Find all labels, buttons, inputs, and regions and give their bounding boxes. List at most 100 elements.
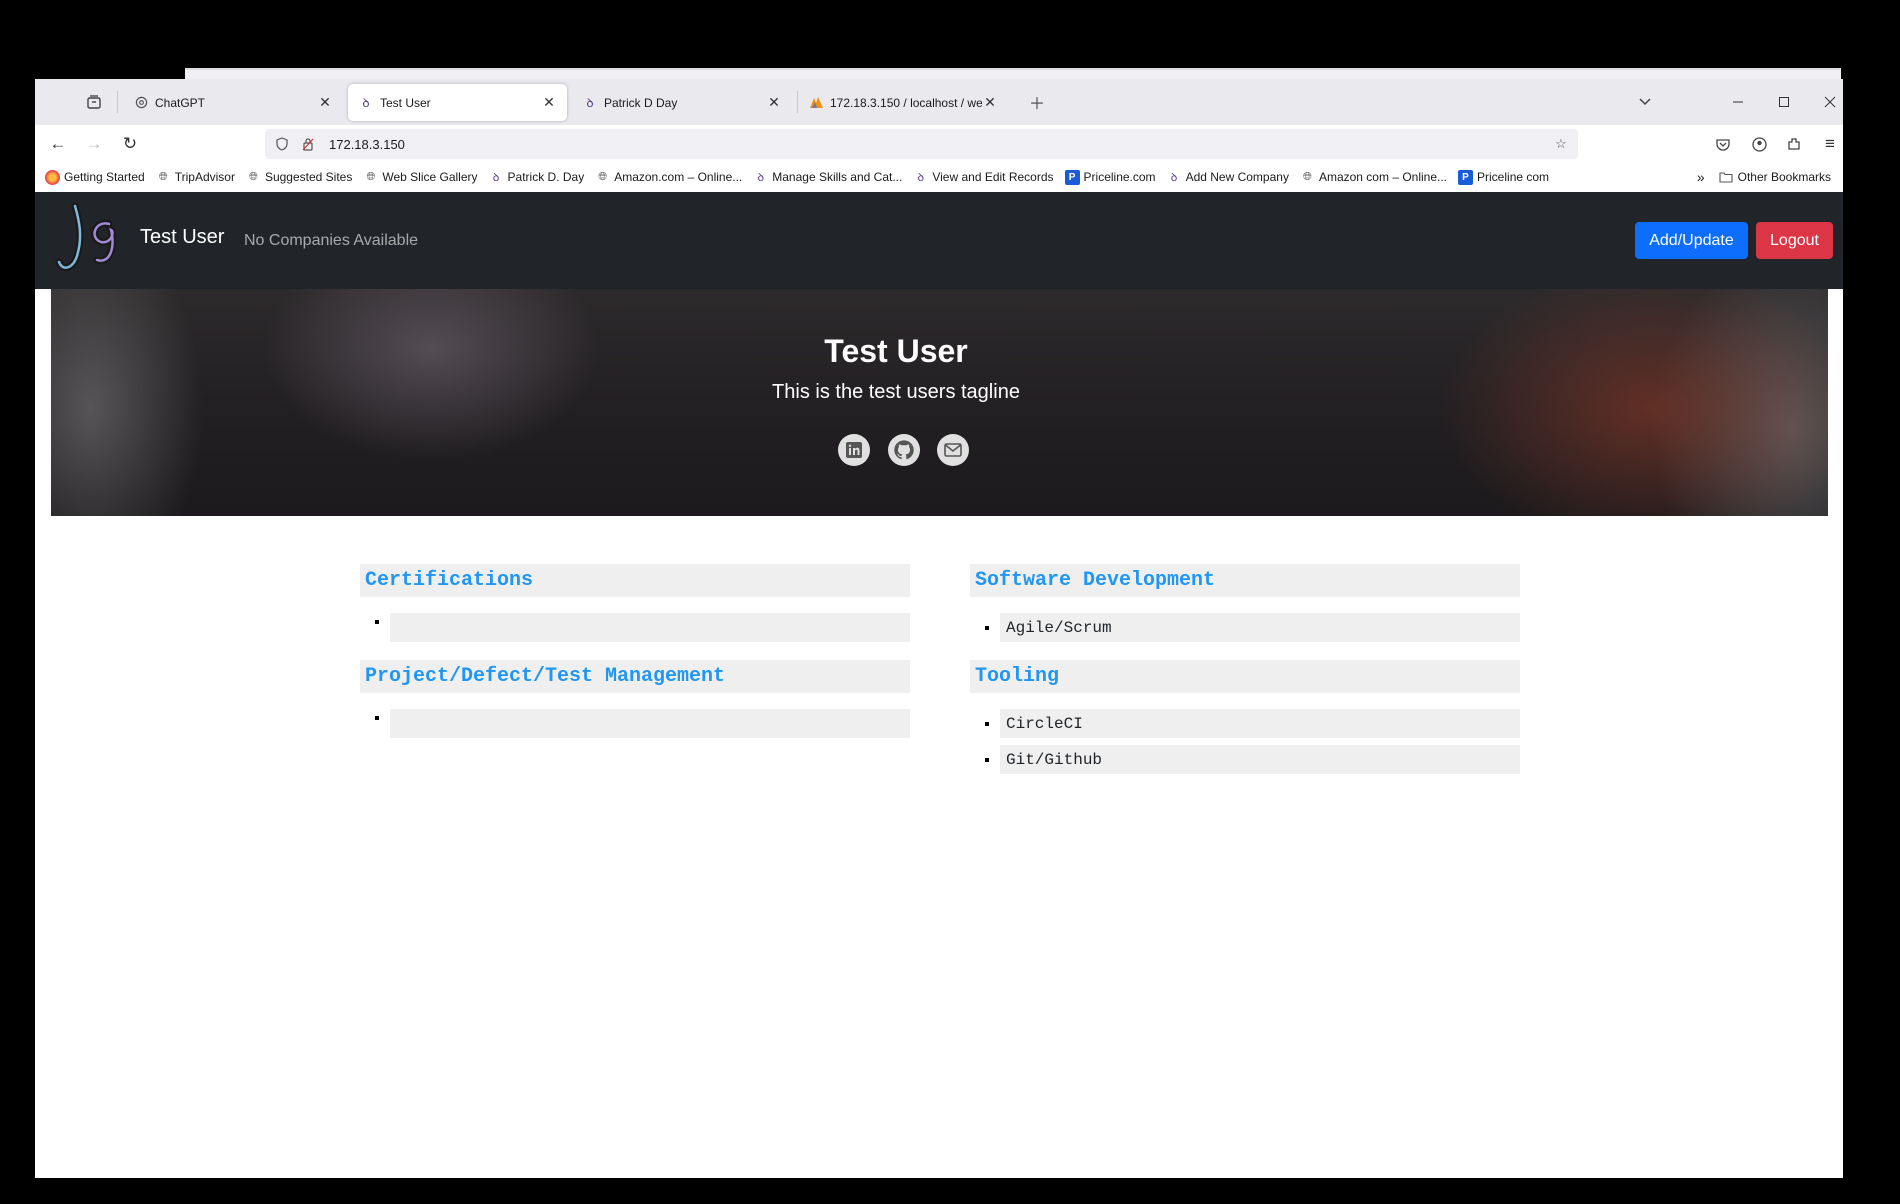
close-icon[interactable]: ✕ (766, 94, 782, 111)
bookmark-item[interactable]: 🌐︎ Suggested Sites (246, 170, 352, 185)
close-icon[interactable]: ✕ (317, 94, 333, 111)
navigation-toolbar: ← → ↻ 172.18.3.150 ☆ ≡ (35, 125, 1843, 163)
back-arrow-icon[interactable]: ← (45, 131, 71, 157)
tab-title: 172.18.3.150 / localhost / webre (830, 95, 982, 110)
maximize-icon[interactable] (1771, 89, 1797, 115)
new-tab-icon[interactable]: ＋ (1024, 89, 1050, 115)
skill-list (360, 709, 910, 738)
section-heading: Tooling (970, 660, 1520, 693)
site-navbar: Test User No Companies Available Add/Upd… (35, 192, 1843, 289)
tab-test-user[interactable]: ꝺ Test User ✕ (348, 84, 567, 121)
site-icon: ꝺ (757, 171, 765, 184)
bookmark-label: Patrick D. Day (507, 170, 585, 184)
site-icon: ꝺ (917, 171, 925, 184)
folder-icon (1719, 170, 1734, 185)
list-item: Git/Github (1000, 745, 1520, 774)
bookmark-item[interactable]: ꝺ Manage Skills and Cat... (753, 170, 902, 185)
logout-button[interactable]: Logout (1756, 222, 1833, 259)
bookmarks-toolbar: Getting Started 🌐︎ TripAdvisor 🌐︎ Suggeste… (35, 163, 1843, 191)
tab-phpmyadmin[interactable]: 172.18.3.150 / localhost / webre ✕ (798, 84, 1008, 121)
bookmark-item[interactable]: P Priceline.com (1064, 169, 1156, 185)
browser-window: ChatGPT ✕ ꝺ Test User ✕ ꝺ Patrick D Day … (35, 79, 1843, 1178)
list-item (390, 613, 910, 642)
bookmark-label: Suggested Sites (264, 170, 353, 184)
bookmark-item[interactable]: 🌐︎ TripAdvisor (156, 170, 235, 185)
bookmark-label: Amazon com – Online... (1318, 170, 1448, 184)
globe-icon: 🌐︎ (598, 170, 608, 183)
firefox-icon (45, 169, 60, 185)
tab-title: Test User (380, 95, 431, 110)
minimize-icon[interactable] (1725, 89, 1751, 115)
tab-title: Patrick D Day (604, 95, 678, 110)
github-icon[interactable] (888, 434, 920, 466)
bookmark-item[interactable]: ꝺ Patrick D. Day (489, 170, 585, 185)
bookmark-item[interactable]: 🌐︎ Web Slice Gallery (363, 170, 477, 185)
bookmark-label: Add New Company (1185, 170, 1289, 184)
skill-item: Agile/Scrum (1000, 613, 1520, 642)
navbar-brand[interactable]: Test User (140, 226, 224, 249)
address-bar[interactable]: 172.18.3.150 ☆ (265, 129, 1578, 159)
menu-icon[interactable]: ≡ (1817, 131, 1843, 157)
globe-icon: 🌐︎ (1303, 170, 1312, 183)
bookmark-item[interactable]: 🌐︎ Amazon com – Online... (1300, 170, 1447, 185)
skill-list (360, 613, 910, 642)
bookmark-label: Amazon.com – Online... (614, 170, 743, 184)
phpmyadmin-icon (808, 95, 824, 111)
companies-dropdown[interactable]: No Companies Available (244, 232, 418, 250)
add-update-button[interactable]: Add/Update (1635, 222, 1748, 259)
bookmark-star-icon[interactable]: ☆ (1550, 133, 1572, 155)
extensions-icon[interactable] (1781, 131, 1807, 157)
bookmark-item[interactable]: ꝺ View and Edit Records (913, 170, 1054, 185)
bookmark-label: Web Slice Gallery (382, 170, 478, 184)
bookmark-label: View and Edit Records (932, 170, 1054, 184)
insecure-lock-icon[interactable] (297, 133, 319, 155)
bookmark-item[interactable]: P Priceline com (1458, 169, 1549, 185)
bookmark-item[interactable]: ꝺ Add New Company (1167, 170, 1289, 185)
tab-chatgpt[interactable]: ChatGPT ✕ (123, 84, 343, 121)
site-icon: ꝺ (586, 96, 594, 110)
pocket-icon[interactable] (1710, 131, 1736, 157)
chevron-double-right-icon[interactable]: » (1697, 169, 1705, 185)
list-item: Agile/Scrum (1000, 613, 1520, 642)
list-item (390, 709, 910, 738)
account-icon[interactable] (1746, 131, 1772, 157)
site-logo[interactable] (53, 202, 127, 278)
section-certifications: Certifications (360, 564, 910, 649)
other-bookmarks[interactable]: Other Bookmarks (1719, 170, 1831, 185)
linkedin-icon[interactable] (838, 434, 870, 466)
skill-list: CircleCI Git/Github (970, 709, 1520, 774)
email-icon[interactable] (937, 434, 969, 466)
tab-separator (117, 91, 118, 113)
section-project-management: Project/Defect/Test Management (360, 660, 910, 745)
hero-title: Test User (824, 333, 968, 369)
skill-list: Agile/Scrum (970, 613, 1520, 642)
bookmark-item[interactable]: 🌐︎ Amazon.com – Online... (595, 170, 742, 185)
shield-icon[interactable] (271, 133, 293, 155)
skill-item (390, 613, 910, 642)
site-icon: ꝺ (492, 171, 500, 184)
priceline-icon: P (1064, 169, 1080, 185)
skill-item: CircleCI (1000, 709, 1520, 738)
skill-item: Git/Github (1000, 745, 1520, 774)
url-text: 172.18.3.150 (329, 136, 405, 152)
chevron-down-icon[interactable] (1632, 89, 1658, 115)
tab-patrick-d-day[interactable]: ꝺ Patrick D Day ✕ (572, 84, 792, 121)
skill-item (390, 709, 910, 738)
bookmark-item[interactable]: Getting Started (45, 169, 145, 185)
hero-banner: Test User This is the test users tagline (51, 289, 1828, 516)
close-icon[interactable]: ✕ (982, 94, 998, 111)
list-item: CircleCI (1000, 709, 1520, 738)
tab-overview-icon[interactable] (81, 89, 107, 115)
close-icon[interactable]: ✕ (541, 94, 557, 111)
reload-icon[interactable]: ↻ (117, 131, 143, 157)
window-close-icon[interactable] (1817, 89, 1843, 115)
bookmark-label: TripAdvisor (174, 170, 235, 184)
globe-icon: 🌐︎ (249, 170, 258, 183)
section-heading: Certifications (360, 564, 910, 597)
forward-arrow-icon[interactable]: → (81, 131, 107, 157)
section-software-development: Software Development Agile/Scrum (970, 564, 1520, 649)
globe-icon: 🌐︎ (158, 170, 168, 183)
bookmark-label: Priceline.com (1083, 170, 1156, 184)
section-tooling: Tooling CircleCI Git/Github (970, 660, 1520, 781)
other-bookmarks-label: Other Bookmarks (1737, 170, 1831, 184)
